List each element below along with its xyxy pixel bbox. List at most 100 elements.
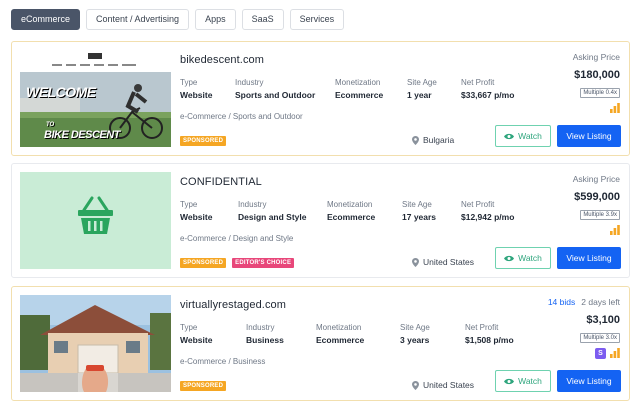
detail-value: Business <box>246 335 284 345</box>
price-value: $599,000 <box>574 191 620 203</box>
detail-industry: Industry Sports and Outdoor <box>235 78 315 101</box>
watch-label: Watch <box>518 376 542 386</box>
multiple-badge: Multiple 3.9x <box>580 210 620 220</box>
editors-choice-badge: EDITOR'S CHOICE <box>232 258 295 268</box>
multiple-badge: Multiple 0.4x <box>580 88 620 98</box>
listing-location: United States <box>412 380 474 390</box>
detail-label: Industry <box>235 78 264 87</box>
listing-thumbnail[interactable]: WELCOME TO BIKE DESCENT <box>20 50 171 147</box>
view-listing-button[interactable]: View Listing <box>557 125 621 147</box>
badge-row: SPONSORED <box>180 381 227 391</box>
tab-services[interactable]: Services <box>289 9 345 30</box>
detail-label: Industry <box>246 323 275 332</box>
detail-type: Type Website <box>180 200 212 223</box>
price-value: $3,100 <box>586 314 620 326</box>
listing-location: United States <box>412 257 474 267</box>
multiple-badge: Multiple 3.0x <box>580 333 620 343</box>
detail-label: Type <box>180 78 198 87</box>
location-text: Bulgaria <box>423 135 455 145</box>
location-pin-icon <box>412 380 419 390</box>
watch-button[interactable]: Watch <box>495 370 551 392</box>
listing-title[interactable]: virtuallyrestaged.com <box>180 299 286 311</box>
auction-status: 14 bids 2 days left <box>490 297 620 308</box>
detail-site-age: Site Age 3 years <box>400 323 430 346</box>
detail-value: Website <box>180 335 213 345</box>
asking-price-label: Asking Price <box>572 52 620 62</box>
watch-button[interactable]: Watch <box>495 125 551 147</box>
detail-label: Monetization <box>316 323 362 332</box>
price-block: 14 bids 2 days left $3,100 Multiple 3.0x <box>490 297 620 344</box>
detail-value: 17 years <box>402 212 437 222</box>
detail-value: Ecommerce <box>335 90 384 100</box>
view-listing-button[interactable]: View Listing <box>557 370 621 392</box>
location-pin-icon <box>412 257 419 267</box>
signal-bars-icon <box>610 103 620 113</box>
detail-value: 3 years <box>400 335 430 345</box>
detail-monetization: Monetization Ecommerce <box>335 78 383 101</box>
sponsored-badge: SPONSORED <box>180 136 227 146</box>
thumb-headline-bottom: BIKE DESCENT <box>44 129 120 141</box>
detail-value: Design and Style <box>238 212 307 222</box>
detail-label: Site Age <box>402 200 432 209</box>
listing-card[interactable]: virtuallyrestaged.com Type Website Indus… <box>11 286 630 401</box>
detail-industry: Industry Design and Style <box>238 200 307 223</box>
signal-bars-icon <box>610 348 620 358</box>
tab-content-advertising[interactable]: Content / Advertising <box>86 9 190 30</box>
asking-price-label: Asking Price <box>572 174 620 184</box>
listing-category: e-Commerce / Design and Style <box>180 234 294 243</box>
thumb-headline-to: TO <box>46 122 55 128</box>
detail-value: Website <box>180 90 213 100</box>
listing-title[interactable]: CONFIDENTIAL <box>180 176 262 188</box>
time-left: 2 days left <box>581 297 620 307</box>
detail-value: 1 year <box>407 90 432 100</box>
detail-site-age: Site Age 1 year <box>407 78 437 101</box>
detail-value: Sports and Outdoor <box>235 90 316 100</box>
listing-title[interactable]: bikedescent.com <box>180 54 264 66</box>
watch-button[interactable]: Watch <box>495 247 551 269</box>
detail-site-age: Site Age 17 years <box>402 200 436 223</box>
shopping-basket-icon <box>78 196 113 234</box>
detail-label: Industry <box>238 200 267 209</box>
badge-row: SPONSORED <box>180 136 227 146</box>
listing-category: e-Commerce / Business <box>180 357 266 366</box>
watch-label: Watch <box>518 131 542 141</box>
sponsored-badge: SPONSORED <box>180 258 227 268</box>
listing-card[interactable]: WELCOME TO BIKE DESCENT bikedescent.com … <box>11 41 630 156</box>
detail-monetization: Monetization Ecommerce <box>327 200 375 223</box>
price-block: Asking Price $599,000 Multiple 3.9x <box>490 174 620 221</box>
detail-monetization: Monetization Ecommerce <box>316 323 364 346</box>
watch-label: Watch <box>518 253 542 263</box>
category-tabs: eCommerce Content / Advertising Apps Saa… <box>11 9 345 30</box>
sponsored-badge: SPONSORED <box>180 381 227 391</box>
house-photo <box>20 295 171 392</box>
eye-icon <box>504 378 515 384</box>
listing-thumbnail[interactable] <box>20 172 171 269</box>
tab-ecommerce[interactable]: eCommerce <box>11 9 81 30</box>
tab-apps[interactable]: Apps <box>195 9 236 30</box>
detail-type: Type Website <box>180 323 212 346</box>
detail-label: Monetization <box>335 78 381 87</box>
detail-industry: Industry Business <box>246 323 284 346</box>
detail-label: Type <box>180 323 198 332</box>
view-listing-button[interactable]: View Listing <box>557 247 621 269</box>
signal-bars-icon <box>610 225 620 235</box>
detail-label: Type <box>180 200 198 209</box>
listing-card[interactable]: CONFIDENTIAL Type Website Industry Desig… <box>11 163 630 278</box>
bid-count[interactable]: 14 bids <box>548 297 575 307</box>
detail-label: Monetization <box>327 200 373 209</box>
location-pin-icon <box>412 135 419 145</box>
detail-value: Ecommerce <box>316 335 365 345</box>
thumb-headline-top: WELCOME <box>26 84 96 100</box>
detail-value: Website <box>180 212 213 222</box>
eye-icon <box>504 255 515 261</box>
detail-label: Site Age <box>400 323 430 332</box>
price-block: Asking Price $180,000 Multiple 0.4x <box>490 52 620 99</box>
location-text: United States <box>423 380 475 390</box>
detail-value: Ecommerce <box>327 212 376 222</box>
listing-thumbnail[interactable] <box>20 295 171 392</box>
tab-saas[interactable]: SaaS <box>241 9 284 30</box>
price-value: $180,000 <box>574 69 620 81</box>
eye-icon <box>504 133 515 139</box>
listing-location: Bulgaria <box>412 135 454 145</box>
detail-label: Site Age <box>407 78 437 87</box>
